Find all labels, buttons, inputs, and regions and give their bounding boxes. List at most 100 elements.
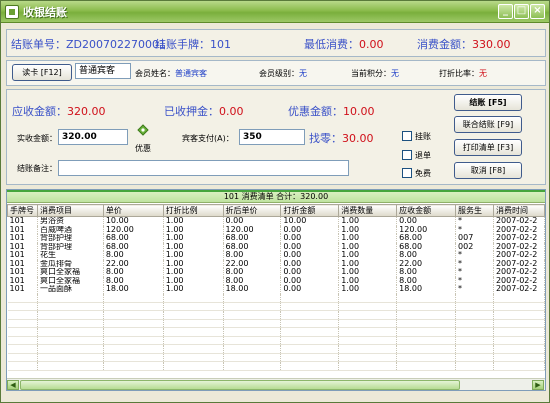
table-cell: 2007-02-2 — [493, 259, 545, 268]
joint-checkout-button[interactable]: 联合结账 [F9] — [454, 116, 522, 133]
scroll-right-icon[interactable]: ▶ — [532, 380, 544, 390]
horizontal-scrollbar[interactable]: ◀ ▶ — [7, 378, 545, 390]
column-header[interactable]: 折后单价 — [222, 204, 282, 217]
column-header[interactable]: 消费时间 — [492, 204, 545, 217]
empty-cell — [338, 353, 398, 362]
paid-amount-input[interactable]: 320.00 — [58, 129, 128, 145]
empty-cell — [493, 336, 545, 345]
change-value: 30.00 — [342, 132, 374, 145]
discount-amount-label: 优惠金额：10.00 — [288, 105, 375, 118]
table-cell: 8.00 — [223, 276, 282, 285]
title-bar[interactable]: 收银结账 _ □ × — [1, 1, 549, 23]
print-list-button[interactable]: 打印清单 [F3] — [454, 139, 522, 156]
table-cell: 1.00 — [338, 225, 398, 234]
bill-summary-bar: 结账单号：ZD200702270001 结账手牌：101 最低消费：0.00 消… — [6, 29, 546, 57]
table-cell: 68.00 — [396, 242, 457, 251]
grid-title: 101 消费清单 合计：320.00 — [7, 190, 545, 203]
table-cell: 金瓜排骨 — [37, 259, 104, 268]
table-row[interactable]: 101 花生 8.00 1.00 8.00 0.00 1.00 8.00 * 2007-02-2 — [7, 251, 545, 260]
return-order-label: 退单 — [415, 151, 431, 160]
column-header[interactable]: 服务生 — [455, 204, 494, 217]
guest-pay-input[interactable]: 350 — [239, 129, 305, 145]
bill-number: ZD200702270001 — [66, 38, 166, 51]
empty-cell — [7, 344, 38, 354]
cancel-button[interactable]: 取消 [F8] — [454, 162, 522, 179]
coupon-icon[interactable] — [136, 124, 150, 136]
return-order-checkbox[interactable] — [402, 150, 412, 160]
empty-cell — [103, 361, 164, 371]
empty-cell — [37, 310, 104, 320]
empty-row — [7, 361, 545, 371]
empty-cell — [455, 293, 494, 303]
table-row[interactable]: 101 背部护理 68.00 1.00 68.00 0.00 1.00 68.00 002 200… — [7, 242, 545, 251]
table-row[interactable]: 101 金瓜排骨 22.00 1.00 22.00 0.00 1.00 22.00 * 2007-… — [7, 259, 545, 268]
empty-cell — [396, 310, 457, 320]
table-cell: 0.00 — [223, 216, 282, 226]
empty-cell — [223, 302, 282, 311]
empty-cell — [396, 361, 457, 371]
remark-input[interactable] — [58, 160, 349, 176]
table-cell: 1.00 — [163, 268, 224, 277]
consumption-table[interactable]: 手牌号 消费项目 单价 打折比例 折后单价 打折金额 消费数量 应收金额 服务生 消费时间 101… — [7, 204, 545, 371]
total-value: 330.00 — [472, 38, 511, 51]
empty-cell — [396, 344, 457, 354]
min-consume-value: 0.00 — [359, 38, 384, 51]
column-header[interactable]: 手牌号 — [7, 204, 38, 217]
table-row[interactable]: 101 爽口全家福 8.00 1.00 8.00 0.00 1.00 8.00 * 2007-02… — [7, 268, 545, 277]
empty-cell — [338, 336, 398, 345]
table-cell: 1.00 — [163, 242, 224, 251]
empty-cell — [103, 336, 164, 345]
guest-type-field[interactable]: 普通宾客 — [75, 63, 131, 79]
table-cell: 002 — [455, 242, 494, 251]
guest-pay-label: 宾客支付(A)： — [182, 134, 234, 143]
table-cell: 一品面酥 — [37, 285, 104, 294]
maximize-button[interactable]: □ — [514, 4, 529, 19]
empty-cell — [455, 319, 494, 328]
table-cell: 8.00 — [103, 276, 164, 285]
table-cell: 1.00 — [338, 242, 398, 251]
empty-cell — [493, 361, 545, 371]
empty-cell — [163, 319, 224, 328]
scroll-thumb[interactable] — [20, 380, 460, 390]
payment-panel: 应收金额：320.00 已收押金：0.00 优惠金额：10.00 实收金额： 3… — [6, 89, 546, 185]
empty-cell — [103, 293, 164, 303]
hang-account-checkbox[interactable] — [402, 131, 412, 141]
column-header[interactable]: 打折比例 — [162, 204, 224, 217]
table-cell: 8.00 — [103, 268, 164, 277]
column-header[interactable]: 应收金额 — [396, 204, 457, 217]
coupon-label[interactable]: 优惠 — [135, 143, 151, 154]
table-row[interactable]: 101 爽口全家福 8.00 1.00 8.00 0.00 1.00 8.00 * 2007-02… — [7, 276, 545, 285]
table-cell: * — [455, 251, 494, 260]
table-row[interactable]: 101 男浴资 10.00 1.00 0.00 10.00 1.00 0.00 * 2007-02… — [7, 216, 545, 226]
table-cell: 0.00 — [280, 285, 340, 294]
column-header[interactable]: 消费数量 — [338, 204, 398, 217]
table-cell: 101 — [7, 242, 38, 251]
empty-cell — [7, 361, 38, 371]
table-cell: 10.00 — [280, 216, 340, 226]
table-row[interactable]: 101 背部护理 68.00 1.00 68.00 0.00 1.00 68.00 007 200… — [7, 234, 545, 243]
column-header[interactable]: 单价 — [102, 204, 164, 217]
table-cell: 68.00 — [103, 234, 164, 243]
table-row[interactable]: 101 百威啤酒 120.00 1.00 120.00 0.00 1.00 120.00 * 20… — [7, 225, 545, 234]
read-card-button[interactable]: 读卡 [F12] — [12, 64, 72, 81]
receivable-label: 应收金额：320.00 — [12, 105, 106, 118]
free-label: 免费 — [415, 169, 431, 178]
free-checkbox[interactable] — [402, 168, 412, 178]
scroll-left-icon[interactable]: ◀ — [7, 380, 19, 390]
table-cell: 8.00 — [396, 276, 457, 285]
column-header[interactable]: 消费项目 — [36, 204, 104, 217]
points-value: 无 — [391, 69, 399, 78]
table-cell: 101 — [7, 276, 38, 285]
column-header[interactable]: 打折金额 — [280, 204, 340, 217]
table-row[interactable]: 101 一品面酥 18.00 1.00 18.00 0.00 1.00 18.00 * 2007-… — [7, 285, 545, 294]
tag-label: 结账手牌：101 — [155, 38, 231, 51]
empty-cell — [103, 327, 164, 337]
table-cell: 8.00 — [223, 251, 282, 260]
empty-cell — [396, 302, 457, 311]
member-level-value: 无 — [299, 69, 307, 78]
empty-cell — [455, 336, 494, 345]
checkout-button[interactable]: 结账 [F5] — [454, 94, 522, 111]
empty-cell — [280, 293, 340, 303]
close-button[interactable]: × — [530, 4, 545, 19]
minimize-button[interactable]: _ — [498, 4, 513, 19]
